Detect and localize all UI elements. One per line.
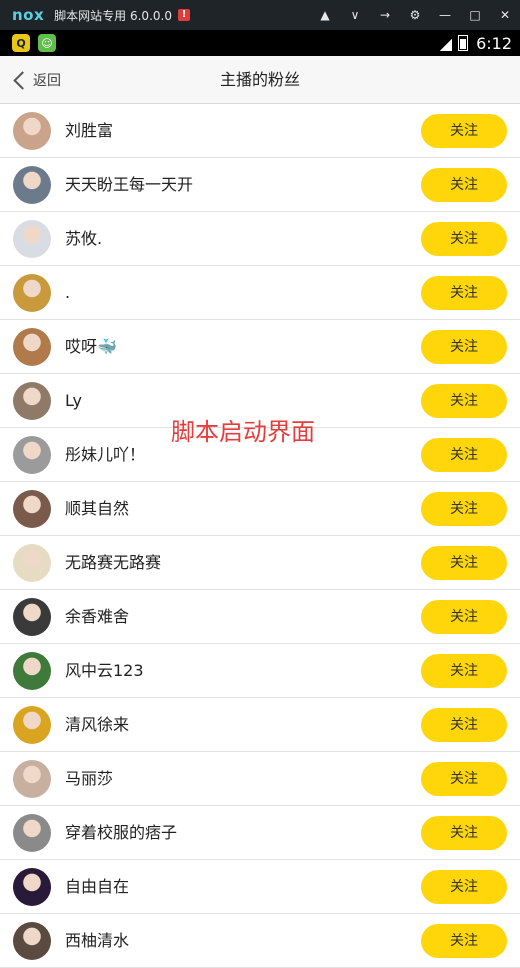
- fan-name[interactable]: 无路赛无路赛: [65, 536, 161, 590]
- avatar[interactable]: [13, 112, 51, 150]
- fan-name[interactable]: 自由自在: [65, 860, 129, 914]
- fan-name[interactable]: 西柚清水: [65, 914, 129, 968]
- window-controls: ▲ ∨ → ⚙ — □ ✕: [310, 0, 520, 30]
- app-header: 返回 主播的粉丝: [0, 56, 520, 104]
- follow-button[interactable]: 关注: [421, 330, 507, 364]
- avatar[interactable]: [13, 544, 51, 582]
- pin-icon[interactable]: →: [370, 0, 400, 30]
- list-item[interactable]: 穿着校服的痞子 关注: [0, 806, 520, 860]
- follow-button[interactable]: 关注: [421, 438, 507, 472]
- avatar[interactable]: [13, 652, 51, 690]
- wifi-signal-icon: ◢: [439, 33, 453, 53]
- follow-button[interactable]: 关注: [421, 816, 507, 850]
- avatar[interactable]: [13, 922, 51, 960]
- fan-name[interactable]: 清风徐来: [65, 698, 129, 752]
- fan-name[interactable]: 彤妹儿吖！: [65, 428, 145, 482]
- minimize-icon[interactable]: —: [430, 0, 460, 30]
- avatar[interactable]: [13, 328, 51, 366]
- list-item[interactable]: 苏攸. 关注: [0, 212, 520, 266]
- avatar[interactable]: [13, 220, 51, 258]
- follow-button[interactable]: 关注: [421, 546, 507, 580]
- avatar[interactable]: [13, 382, 51, 420]
- fan-name[interactable]: .: [65, 266, 70, 320]
- fan-name[interactable]: 余香难舍: [65, 590, 129, 644]
- page-title: 主播的粉丝: [219, 70, 300, 89]
- avatar[interactable]: [13, 598, 51, 636]
- fan-name[interactable]: 哎呀🐳: [65, 320, 117, 374]
- chevron-down-icon[interactable]: ∨: [340, 0, 370, 30]
- follow-button[interactable]: 关注: [421, 168, 507, 202]
- list-item[interactable]: 哎呀🐳 关注: [0, 320, 520, 374]
- list-item[interactable]: 西柚清水 关注: [0, 914, 520, 968]
- follow-button[interactable]: 关注: [421, 276, 507, 310]
- avatar[interactable]: [13, 166, 51, 204]
- fan-name[interactable]: 刘胜富: [65, 104, 113, 158]
- fan-name[interactable]: 顺其自然: [65, 482, 129, 536]
- fan-list[interactable]: 刘胜富 关注 天天盼王每一天开 关注 苏攸. 关注. 关注 哎呀🐳 关注 Ly 关注 彤妹儿吖！ 关注顺…: [0, 104, 520, 968]
- emulator-logo: nox: [12, 6, 45, 24]
- follow-button[interactable]: 关注: [421, 384, 507, 418]
- follow-button[interactable]: 关注: [421, 654, 507, 688]
- follow-button[interactable]: 关注: [421, 492, 507, 526]
- maximize-icon[interactable]: □: [460, 0, 490, 30]
- android-status-bar: Q ☺ ◢ 6:12: [0, 30, 520, 56]
- follow-button[interactable]: 关注: [421, 600, 507, 634]
- fan-name[interactable]: 马丽莎: [65, 752, 113, 806]
- android-app-icon: ☺: [38, 34, 56, 52]
- list-item[interactable]: 刘胜富 关注: [0, 104, 520, 158]
- list-item[interactable]: 无路赛无路赛 关注: [0, 536, 520, 590]
- list-item[interactable]: 风中云123 关注: [0, 644, 520, 698]
- follow-button[interactable]: 关注: [421, 708, 507, 742]
- avatar[interactable]: [13, 274, 51, 312]
- follow-button[interactable]: 关注: [421, 762, 507, 796]
- fan-name[interactable]: 天天盼王每一天开: [65, 158, 193, 212]
- follow-button[interactable]: 关注: [421, 222, 507, 256]
- gear-icon[interactable]: ⚙: [400, 0, 430, 30]
- app-notification-icon: Q: [12, 34, 30, 52]
- avatar[interactable]: [13, 436, 51, 474]
- list-item[interactable]: 天天盼王每一天开 关注: [0, 158, 520, 212]
- list-item[interactable]: 自由自在 关注: [0, 860, 520, 914]
- close-icon[interactable]: ✕: [490, 0, 520, 30]
- list-item[interactable]: 马丽莎 关注: [0, 752, 520, 806]
- follow-button[interactable]: 关注: [421, 114, 507, 148]
- shirt-icon[interactable]: ▲: [310, 0, 340, 30]
- list-item[interactable]: 顺其自然 关注: [0, 482, 520, 536]
- status-time: 6:12: [476, 33, 512, 53]
- alert-badge[interactable]: !: [177, 9, 190, 21]
- follow-button[interactable]: 关注: [421, 924, 507, 958]
- battery-icon: [458, 35, 469, 51]
- overlay-text: 脚本启动界面: [171, 418, 315, 446]
- emulator-title-bar: nox 脚本网站专用 6.0.0.0 ! ▲ ∨ → ⚙ — □ ✕: [0, 0, 520, 30]
- fan-name[interactable]: Ly: [65, 374, 82, 428]
- avatar[interactable]: [13, 760, 51, 798]
- emulator-title: 脚本网站专用 6.0.0.0: [54, 8, 172, 23]
- list-item[interactable]: . 关注: [0, 266, 520, 320]
- avatar[interactable]: [13, 814, 51, 852]
- list-item[interactable]: 余香难舍 关注: [0, 590, 520, 644]
- fan-name[interactable]: 穿着校服的痞子: [65, 806, 177, 860]
- follow-button[interactable]: 关注: [421, 870, 507, 904]
- fan-name[interactable]: 风中云123: [65, 644, 144, 698]
- avatar[interactable]: [13, 706, 51, 744]
- fan-name[interactable]: 苏攸.: [65, 212, 102, 266]
- status-icons: ◢ 6:12: [440, 30, 512, 56]
- avatar[interactable]: [13, 490, 51, 528]
- avatar[interactable]: [13, 868, 51, 906]
- list-item[interactable]: 清风徐来 关注: [0, 698, 520, 752]
